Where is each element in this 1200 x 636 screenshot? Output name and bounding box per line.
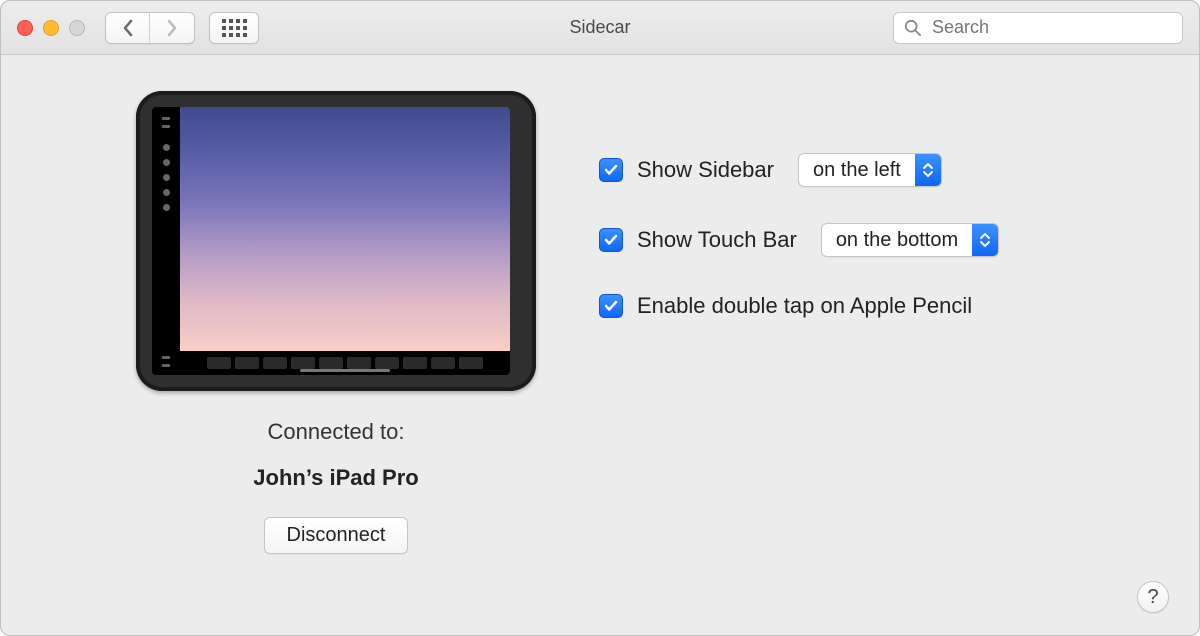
- help-button[interactable]: ?: [1137, 581, 1169, 613]
- search-input[interactable]: [930, 16, 1172, 39]
- minimize-window-button[interactable]: [43, 20, 59, 36]
- window-controls: [17, 20, 85, 36]
- ipad-sidebar-preview: [152, 107, 180, 375]
- popup-value: on the bottom: [822, 229, 972, 252]
- checkmark-icon: [603, 232, 619, 248]
- content-area: Connected to: John’s iPad Pro Disconnect…: [1, 55, 1199, 635]
- checkmark-icon: [603, 298, 619, 314]
- chevron-left-icon: [122, 19, 134, 37]
- connected-to-label: Connected to:: [268, 419, 405, 445]
- titlebar: Sidecar: [1, 1, 1199, 55]
- help-icon: ?: [1147, 586, 1158, 609]
- apple-pencil-checkbox[interactable]: [599, 294, 623, 318]
- search-icon: [904, 19, 922, 37]
- device-name-label: John’s iPad Pro: [253, 465, 418, 491]
- popup-value: on the left: [799, 159, 915, 182]
- popup-arrows-icon: [915, 154, 941, 186]
- show-sidebar-checkbox[interactable]: [599, 158, 623, 182]
- option-show-touchbar: Show Touch Bar on the bottom: [599, 223, 1139, 257]
- nav-back-forward: [105, 12, 195, 44]
- chevron-right-icon: [166, 19, 178, 37]
- show-sidebar-label: Show Sidebar: [637, 157, 774, 183]
- ipad-screen-preview: [180, 107, 510, 375]
- ipad-wallpaper: [180, 107, 510, 351]
- checkmark-icon: [603, 162, 619, 178]
- touchbar-position-popup[interactable]: on the bottom: [821, 223, 999, 257]
- search-field[interactable]: [893, 12, 1183, 44]
- ipad-preview: [136, 91, 536, 391]
- disconnect-button[interactable]: Disconnect: [264, 517, 409, 554]
- option-apple-pencil: Enable double tap on Apple Pencil: [599, 293, 1139, 319]
- grid-icon: [222, 19, 247, 37]
- popup-arrows-icon: [972, 224, 998, 256]
- options-column: Show Sidebar on the left Show Touch Bar …: [551, 91, 1139, 605]
- ipad-touchbar-preview: [180, 351, 510, 375]
- device-column: Connected to: John’s iPad Pro Disconnect: [121, 91, 551, 605]
- preferences-window: Sidecar: [0, 0, 1200, 636]
- show-all-button[interactable]: [209, 12, 259, 44]
- option-show-sidebar: Show Sidebar on the left: [599, 153, 1139, 187]
- close-window-button[interactable]: [17, 20, 33, 36]
- show-touchbar-label: Show Touch Bar: [637, 227, 797, 253]
- sidebar-position-popup[interactable]: on the left: [798, 153, 942, 187]
- show-touchbar-checkbox[interactable]: [599, 228, 623, 252]
- apple-pencil-label: Enable double tap on Apple Pencil: [637, 293, 972, 319]
- zoom-window-button[interactable]: [69, 20, 85, 36]
- back-button[interactable]: [106, 13, 150, 43]
- forward-button[interactable]: [150, 13, 194, 43]
